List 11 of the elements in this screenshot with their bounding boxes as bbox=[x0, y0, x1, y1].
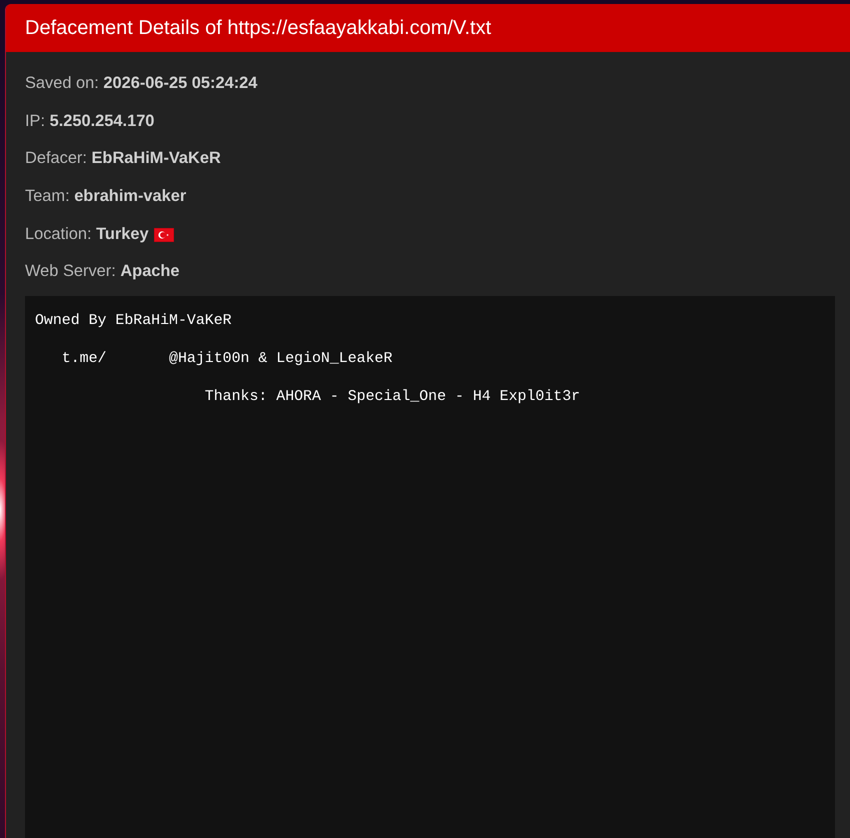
detail-text: Saved on: 2026-06-25 05:24:24 bbox=[25, 73, 258, 94]
detail-text: IP: 5.250.254.170 bbox=[25, 110, 154, 132]
detail-text: Location: Turkey bbox=[25, 224, 149, 245]
detail-text: Defacer: EbRaHiM-VaKeR bbox=[25, 148, 221, 170]
flag-icon bbox=[154, 228, 174, 242]
detail-text: Team: ebrahim-vaker bbox=[25, 186, 186, 208]
mirror-text-line: t.me/ @Hajit00n & LegioN_LeakeR bbox=[62, 350, 392, 370]
mirror-text-line: Thanks: AHORA - Special_One - H4 Expl0it3r bbox=[204, 388, 580, 408]
detail-text: Web Server: Apache bbox=[25, 261, 180, 282]
mirror-text-line: Owned By EbRaHiM-VaKeR bbox=[35, 312, 232, 332]
card-title: Defacement Details of https://esfaayakkabi.com/V.txt bbox=[25, 16, 492, 40]
